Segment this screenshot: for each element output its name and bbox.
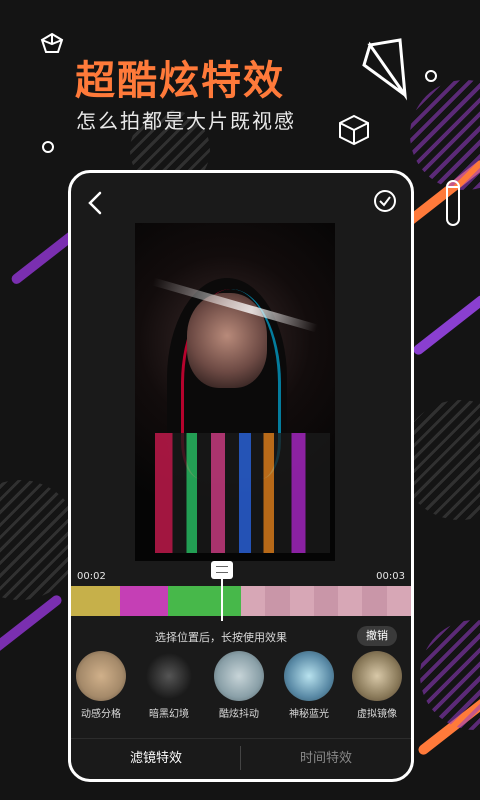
timeline-frame xyxy=(338,586,363,616)
time-start: 00:02 xyxy=(77,571,106,582)
decor-purple-circle xyxy=(410,80,480,190)
effect-tabs: 滤镜特效 时间特效 xyxy=(71,738,411,779)
tab-filter-effects[interactable]: 滤镜特效 xyxy=(71,739,241,779)
decor-purple-circle xyxy=(420,620,480,730)
effect-thumbnail xyxy=(76,651,126,701)
decor-dot xyxy=(425,70,437,82)
effect-label: 暗黑幻境 xyxy=(149,709,189,720)
timeline-frame xyxy=(362,586,387,616)
timeline-frame xyxy=(119,586,144,616)
video-preview[interactable] xyxy=(135,223,335,561)
decor-dot xyxy=(42,141,54,153)
time-end: 00:03 xyxy=(376,571,405,582)
tab-time-effects[interactable]: 时间特效 xyxy=(241,739,411,779)
effect-label: 酷炫抖动 xyxy=(219,709,259,720)
timeline-frame xyxy=(313,586,339,616)
tab-divider xyxy=(240,746,241,770)
effect-item[interactable]: 动感分格 xyxy=(71,651,131,720)
timeline-frame xyxy=(289,586,314,616)
cube-icon xyxy=(40,32,64,53)
gem-icon xyxy=(362,38,408,101)
cylinder-icon xyxy=(446,180,460,226)
playhead-handle[interactable] xyxy=(211,561,233,579)
confirm-check-icon[interactable] xyxy=(373,189,397,213)
timeline-strip[interactable] xyxy=(71,586,411,616)
effect-item[interactable]: 神秘蓝光 xyxy=(279,651,339,720)
timeline-frame xyxy=(192,586,217,616)
effect-thumbnail xyxy=(144,651,194,701)
preview-glitch-body xyxy=(155,433,330,553)
timeline-frame xyxy=(265,586,290,616)
promo-subtitle: 怎么拍都是大片既视感 xyxy=(76,109,296,133)
timeline-frame xyxy=(386,586,411,616)
phone-frame: 00:02 00:03 选择位置后，长按使用效果 撤销 动感分格 暗黑幻境 酷炫… xyxy=(68,170,414,782)
effect-thumbnail xyxy=(352,651,402,701)
effect-thumbnail xyxy=(284,651,334,701)
usage-hint: 选择位置后，长按使用效果 xyxy=(155,631,287,644)
effect-label: 神秘蓝光 xyxy=(289,709,329,720)
timeline-frame xyxy=(168,586,193,616)
effect-label: 虚拟镜像 xyxy=(357,709,397,720)
timeline-frame xyxy=(95,586,120,616)
effect-thumbnail xyxy=(214,651,264,701)
effect-label: 动感分格 xyxy=(81,709,121,720)
effect-item[interactable]: 酷炫抖动 xyxy=(209,651,269,720)
timeline-frame xyxy=(240,586,266,616)
decor-stripe xyxy=(411,293,480,357)
decor-stripe xyxy=(0,593,64,657)
promo-title: 超酷炫特效 xyxy=(75,58,285,104)
undo-button[interactable]: 撤销 xyxy=(357,626,397,646)
timeline-frame xyxy=(143,586,169,616)
effect-item[interactable]: 暗黑幻境 xyxy=(139,651,199,720)
back-icon[interactable] xyxy=(85,191,107,215)
timeline-frame xyxy=(71,586,96,616)
effects-row: 动感分格 暗黑幻境 酷炫抖动 神秘蓝光 虚拟镜像 xyxy=(71,651,411,731)
effect-item[interactable]: 虚拟镜像 xyxy=(347,651,407,720)
cube-icon xyxy=(339,114,369,146)
